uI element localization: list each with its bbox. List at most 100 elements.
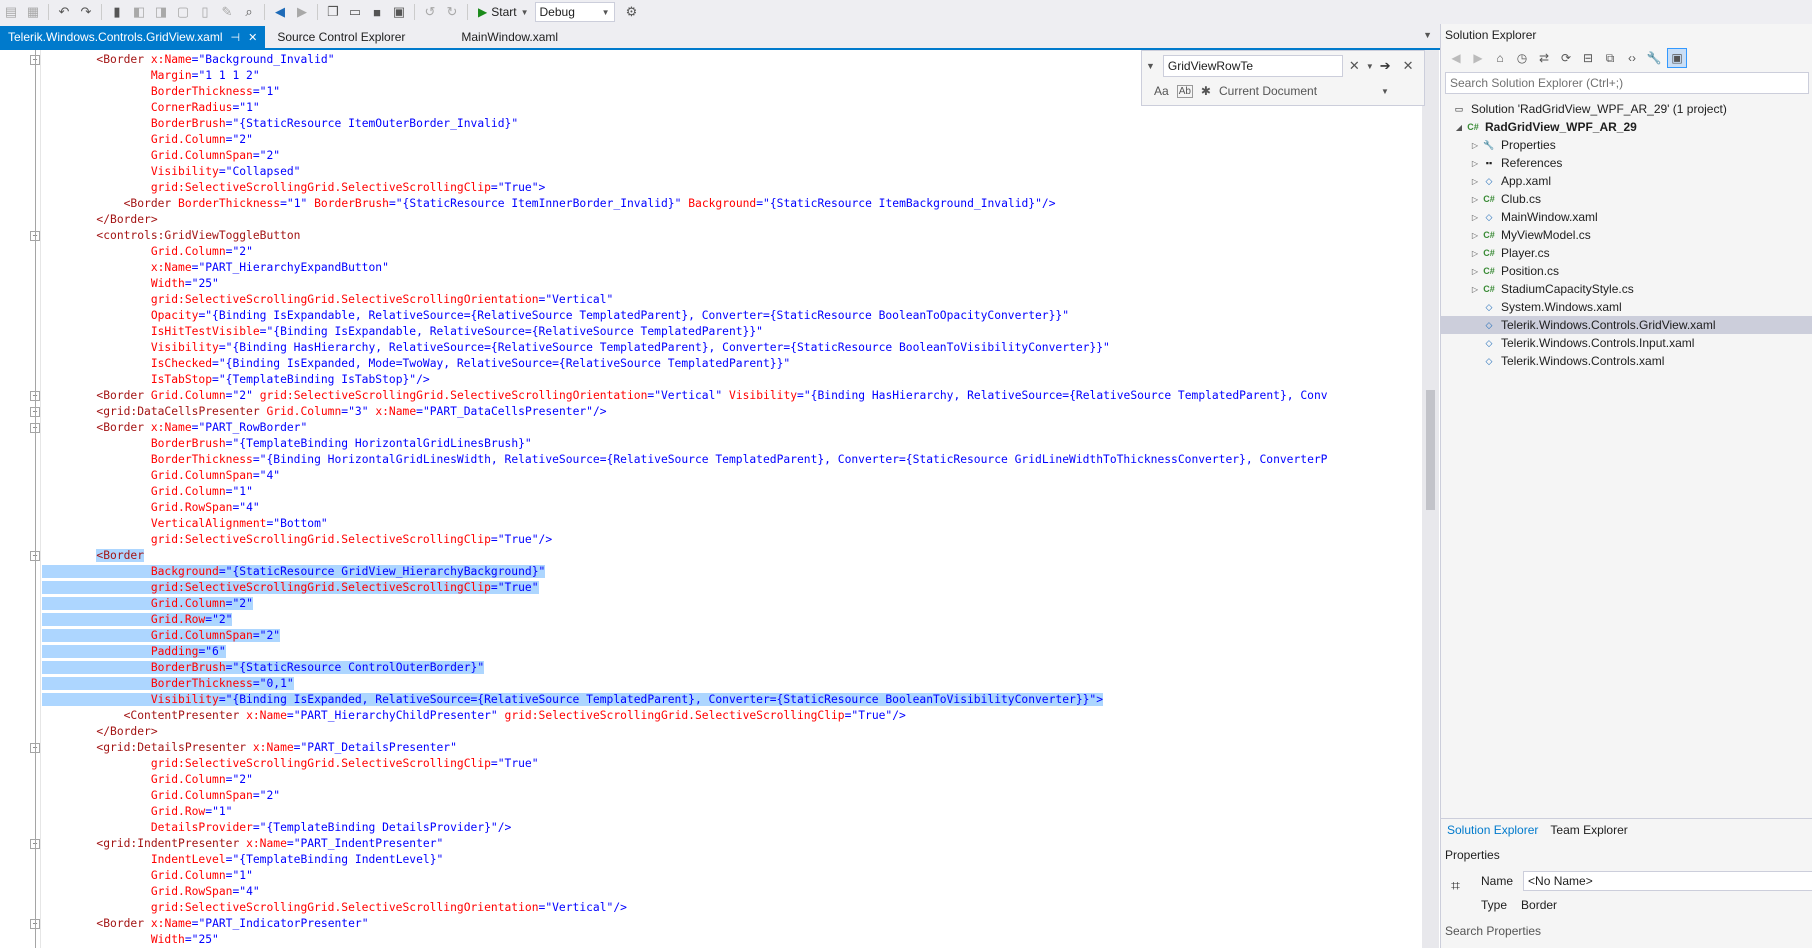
code-line[interactable]: <Border x:Name="PART_IndicatorPresenter" — [42, 916, 1328, 932]
code-line[interactable]: grid:SelectiveScrollingGrid.SelectiveScr… — [42, 756, 1328, 772]
tree-item[interactable]: ▷ C# MyViewModel.cs — [1441, 226, 1812, 244]
code-line[interactable]: <ContentPresenter x:Name="PART_Hierarchy… — [42, 708, 1328, 724]
home-icon[interactable]: ⌂ — [1491, 49, 1509, 67]
code-line[interactable]: Visibility="Collapsed" — [42, 164, 1328, 180]
pending-changes-icon[interactable]: ◷ — [1513, 49, 1531, 67]
tree-solution-node[interactable]: ▭ Solution 'RadGridView_WPF_AR_29' (1 pr… — [1441, 100, 1812, 118]
code-line[interactable]: BorderThickness="0,1" — [42, 676, 1328, 692]
code-line[interactable]: grid:SelectiveScrollingGrid.SelectiveScr… — [42, 580, 1328, 596]
bookmark-clear-icon[interactable]: ▢ — [174, 3, 192, 21]
code-line[interactable]: <Border Grid.Column="2" grid:SelectiveSc… — [42, 388, 1327, 404]
code-line[interactable]: <controls:GridViewToggleButton — [42, 228, 1328, 244]
code-line[interactable]: Grid.Row="2" — [42, 612, 1328, 628]
close-icon[interactable]: ✕ — [248, 31, 257, 44]
code-line[interactable]: IsChecked="{Binding IsExpanded, Mode=Two… — [42, 356, 1328, 372]
save-all-icon[interactable]: ▣ — [390, 3, 408, 21]
find-next-icon[interactable]: ➔ — [1380, 58, 1391, 74]
tab-source-control-explorer[interactable]: Source Control Explorer — [269, 26, 413, 48]
pin-icon[interactable]: ⊣ — [231, 31, 241, 44]
show-all-files-icon[interactable]: ⧉ — [1601, 49, 1619, 67]
collapse-all-icon[interactable]: ⊟ — [1579, 49, 1597, 67]
expanded-arrow-icon[interactable]: ◢ — [1453, 123, 1465, 132]
chevron-down-icon[interactable]: ▼ — [1146, 61, 1155, 71]
tree-item[interactable]: ▷ 🔧 Properties — [1441, 136, 1812, 154]
code-line[interactable]: CornerRadius="1" — [42, 100, 1328, 116]
redo-comment-icon[interactable]: ↷ — [77, 3, 95, 21]
code-line[interactable]: Background="{StaticResource GridView_Hie… — [42, 564, 1328, 580]
toolbar-icon-1[interactable]: ▤ — [2, 3, 20, 21]
bookmark-prev-icon[interactable]: ◧ — [130, 3, 148, 21]
tree-item[interactable]: ◇ Telerik.Windows.Controls.xaml — [1441, 352, 1812, 370]
code-line[interactable]: <Border — [42, 548, 1328, 564]
collapsed-arrow-icon[interactable]: ▷ — [1469, 177, 1481, 186]
code-line[interactable]: Opacity="{Binding IsExpandable, Relative… — [42, 308, 1328, 324]
code-line[interactable]: Visibility="{Binding IsExpanded, Relativ… — [42, 692, 1328, 708]
code-line[interactable]: <grid:DetailsPresenter x:Name="PART_Deta… — [42, 740, 1328, 756]
code-line[interactable]: Grid.RowSpan="4" — [42, 500, 1328, 516]
code-line[interactable]: <Border x:Name="Background_Invalid" — [42, 52, 1328, 68]
refresh-icon[interactable]: ⟳ — [1557, 49, 1575, 67]
bookmark-next-icon[interactable]: ◨ — [152, 3, 170, 21]
tab-mainwindow-xaml[interactable]: MainWindow.xaml — [453, 26, 566, 48]
code-line[interactable]: Grid.ColumnSpan="2" — [42, 788, 1328, 804]
regex-icon[interactable]: ✱ — [1201, 84, 1211, 98]
code-line[interactable]: <grid:DataCellsPresenter Grid.Column="3"… — [42, 404, 1328, 420]
code-line[interactable]: Grid.Column="2" — [42, 772, 1328, 788]
page-icon[interactable]: ▯ — [196, 3, 214, 21]
code-line[interactable]: Visibility="{Binding HasHierarchy, Relat… — [42, 340, 1328, 356]
chevron-down-icon[interactable]: ▼ — [1366, 62, 1374, 71]
save-icon[interactable]: ■ — [368, 3, 386, 21]
forward-icon[interactable]: ▶ — [1469, 49, 1487, 67]
code-line[interactable]: </Border> — [42, 724, 1328, 740]
collapsed-arrow-icon[interactable]: ▷ — [1469, 159, 1481, 168]
code-line[interactable]: Width="25" — [42, 932, 1328, 948]
editor-vertical-scrollbar[interactable] — [1422, 50, 1439, 948]
code-line[interactable]: Grid.Column="1" — [42, 868, 1328, 884]
code-line[interactable]: BorderBrush="{StaticResource ControlOute… — [42, 660, 1328, 676]
code-line[interactable]: IndentLevel="{TemplateBinding IndentLeve… — [42, 852, 1328, 868]
pin-icon[interactable]: ✎ — [218, 3, 236, 21]
tree-item[interactable]: ▷ C# Position.cs — [1441, 262, 1812, 280]
code-editor[interactable]: −−−−−−−−− <Border x:Name="Background_Inv… — [0, 50, 1422, 948]
solution-configuration-dropdown[interactable]: Debug ▼ — [534, 2, 615, 22]
chevron-down-icon[interactable]: ▼ — [1381, 87, 1389, 96]
collapsed-arrow-icon[interactable]: ▷ — [1469, 285, 1481, 294]
collapsed-arrow-icon[interactable]: ▷ — [1469, 213, 1481, 222]
open-file-icon[interactable]: ▭ — [346, 3, 364, 21]
code-line[interactable]: Padding="6" — [42, 644, 1328, 660]
tab-solution-explorer[interactable]: Solution Explorer — [1441, 823, 1544, 837]
code-line[interactable]: VerticalAlignment="Bottom" — [42, 516, 1328, 532]
tree-project-node[interactable]: ◢ C# RadGridView_WPF_AR_29 — [1441, 118, 1812, 136]
code-line[interactable]: Grid.Column="2" — [42, 244, 1328, 260]
code-line[interactable]: <Border BorderThickness="1" BorderBrush=… — [42, 196, 1328, 212]
navigate-forward-icon[interactable]: ▶ — [293, 3, 311, 21]
start-debugging-button[interactable]: ▶ Start ▼ — [472, 5, 535, 19]
collapsed-arrow-icon[interactable]: ▷ — [1469, 249, 1481, 258]
code-line[interactable]: Grid.ColumnSpan="4" — [42, 468, 1328, 484]
code-line[interactable]: x:Name="PART_HierarchyExpandButton" — [42, 260, 1328, 276]
find-input[interactable]: GridViewRowTe — [1162, 55, 1343, 77]
back-icon[interactable]: ◀ — [1447, 49, 1465, 67]
tab-gridview-xaml[interactable]: Telerik.Windows.Controls.GridView.xaml ⊣… — [0, 26, 266, 48]
tab-team-explorer[interactable]: Team Explorer — [1544, 823, 1633, 837]
code-line[interactable]: BorderBrush="{TemplateBinding Horizontal… — [42, 436, 1328, 452]
binoculars-icon[interactable]: ⌕ — [240, 3, 258, 21]
code-line[interactable]: BorderBrush="{StaticResource ItemOuterBo… — [42, 116, 1328, 132]
tree-item[interactable]: ◇ Telerik.Windows.Controls.GridView.xaml — [1441, 316, 1812, 334]
code-line[interactable]: BorderThickness="{Binding HorizontalGrid… — [42, 452, 1328, 468]
code-line[interactable]: Grid.Column="2" — [42, 132, 1328, 148]
tab-list-dropdown-icon[interactable]: ▼ — [1423, 30, 1432, 40]
code-line[interactable]: Grid.ColumnSpan="2" — [42, 148, 1328, 164]
code-line[interactable]: BorderThickness="1" — [42, 84, 1328, 100]
attach-debugger-icon[interactable]: ⚙ — [623, 3, 641, 21]
collapsed-arrow-icon[interactable]: ▷ — [1469, 267, 1481, 276]
tree-item[interactable]: ◇ System.Windows.xaml — [1441, 298, 1812, 316]
code-line[interactable]: grid:SelectiveScrollingGrid.SelectiveScr… — [42, 292, 1328, 308]
collapsed-arrow-icon[interactable]: ▷ — [1469, 195, 1481, 204]
code-line[interactable]: Grid.RowSpan="4" — [42, 884, 1328, 900]
collapsed-arrow-icon[interactable]: ▷ — [1469, 141, 1481, 150]
properties-icon[interactable]: 🔧 — [1645, 49, 1663, 67]
code-line[interactable]: Grid.ColumnSpan="2" — [42, 628, 1328, 644]
code-line[interactable]: grid:SelectiveScrollingGrid.SelectiveScr… — [42, 900, 1328, 916]
code-line[interactable]: Grid.Row="1" — [42, 804, 1328, 820]
